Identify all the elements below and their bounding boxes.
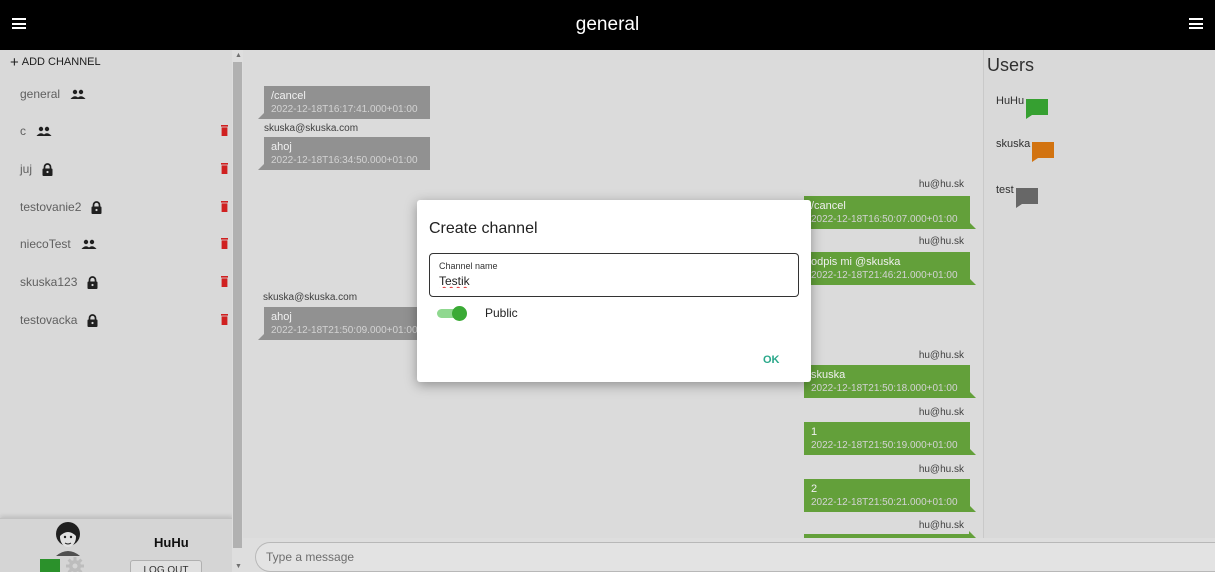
users-menu-icon[interactable] — [1189, 18, 1203, 29]
toggle-knob — [452, 306, 467, 321]
public-toggle[interactable] — [437, 306, 467, 321]
top-bar: general — [0, 0, 1215, 50]
create-channel-dialog: Create channel Channel name Public OK — [417, 200, 811, 382]
public-toggle-label: Public — [485, 306, 518, 320]
channel-name-field[interactable]: Channel name — [429, 253, 799, 297]
ok-button[interactable]: OK — [763, 354, 780, 366]
channel-name-label: Channel name — [439, 261, 498, 271]
page-title: general — [575, 14, 640, 35]
dialog-title: Create channel — [429, 220, 538, 237]
channel-name-input[interactable] — [439, 274, 779, 288]
